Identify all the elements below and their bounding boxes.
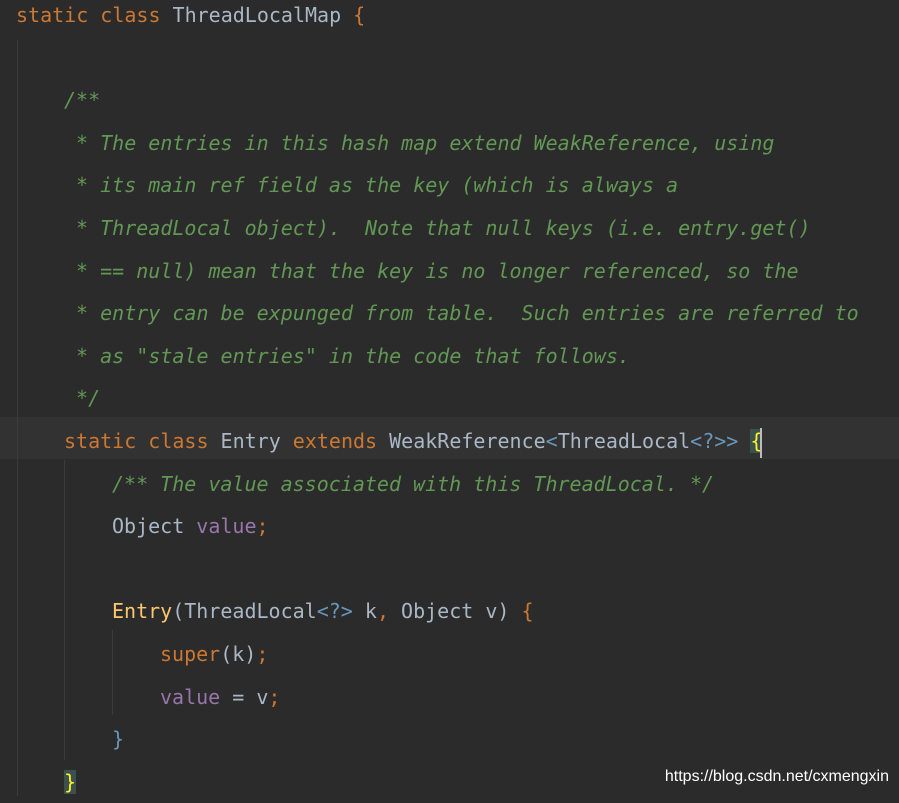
- code-line[interactable]: * as "stale entries" in the code that fo…: [64, 335, 630, 377]
- code-token: ;: [256, 514, 269, 539]
- code-token: extends: [292, 429, 390, 453]
- code-token: Entry: [220, 429, 293, 453]
- code-token: ;: [268, 684, 281, 709]
- code-line[interactable]: }: [112, 718, 124, 760]
- code-token: * its main ref field as the key (which i…: [64, 173, 679, 198]
- code-token: * == null) mean that the key is no longe…: [64, 258, 799, 283]
- code-token: Object: [112, 514, 197, 539]
- code-token: <: [545, 429, 558, 453]
- code-token: = v: [220, 684, 269, 709]
- code-token: * The entries in this hash map extend We…: [64, 130, 775, 155]
- code-token: /** The value associated with this Threa…: [112, 471, 715, 496]
- code-line[interactable]: Object value;: [112, 505, 269, 547]
- code-token: k: [364, 599, 377, 624]
- code-line[interactable]: * ThreadLocal object). Note that null ke…: [64, 207, 811, 249]
- code-line[interactable]: * its main ref field as the key (which i…: [64, 164, 678, 206]
- matched-brace: }: [64, 769, 77, 794]
- code-token: <?>: [316, 599, 365, 624]
- code-line[interactable]: */: [64, 377, 100, 419]
- code-token: {: [521, 599, 534, 624]
- code-token: value: [160, 684, 221, 709]
- code-token: value: [196, 514, 257, 539]
- code-token: * ThreadLocal object). Note that null ke…: [64, 216, 811, 240]
- code-token: static class: [64, 429, 221, 453]
- code-line[interactable]: * == null) mean that the key is no longe…: [64, 250, 799, 292]
- code-token: * as "stale entries" in the code that fo…: [64, 343, 630, 368]
- code-token: ,: [376, 599, 402, 624]
- code-token: ;: [256, 642, 269, 666]
- watermark: https://blog.csdn.net/cxmengxin: [664, 768, 889, 785]
- code-token: */: [64, 386, 101, 411]
- indent-guide: [112, 630, 113, 715]
- code-token: super: [160, 642, 221, 666]
- code-line[interactable]: super(k);: [160, 633, 268, 675]
- code-line[interactable]: }: [64, 761, 77, 803]
- code-line[interactable]: static class Entry extends WeakReference…: [64, 420, 763, 462]
- code-token: /**: [64, 88, 101, 113]
- code-line[interactable]: /**: [64, 79, 100, 121]
- code-token: static class: [16, 3, 173, 27]
- code-token: ThreadLocalMap: [172, 3, 354, 27]
- code-line[interactable]: Entry(ThreadLocal<?> k, Object v) {: [112, 590, 534, 632]
- indent-guide: [17, 40, 18, 796]
- code-token: (ThreadLocal: [172, 599, 317, 624]
- indent-guide: [64, 460, 65, 760]
- text-caret: [760, 427, 763, 458]
- code-token: WeakReference: [389, 429, 546, 453]
- code-token: {: [353, 3, 366, 27]
- code-token: Object v): [401, 599, 522, 624]
- code-line[interactable]: * entry can be expunged from table. Such…: [64, 292, 859, 334]
- code-token: ThreadLocal: [557, 429, 691, 453]
- code-line[interactable]: static class ThreadLocalMap {: [16, 0, 365, 36]
- code-token: * entry can be expunged from table. Such…: [64, 301, 859, 326]
- code-token: Entry: [112, 599, 173, 624]
- code-token: (k): [220, 642, 257, 666]
- code-line[interactable]: * The entries in this hash map extend We…: [64, 122, 774, 164]
- code-line[interactable]: value = v;: [160, 676, 280, 718]
- code-token: }: [112, 727, 125, 752]
- code-line[interactable]: /** The value associated with this Threa…: [112, 463, 714, 505]
- code-token: <?>>: [690, 429, 751, 453]
